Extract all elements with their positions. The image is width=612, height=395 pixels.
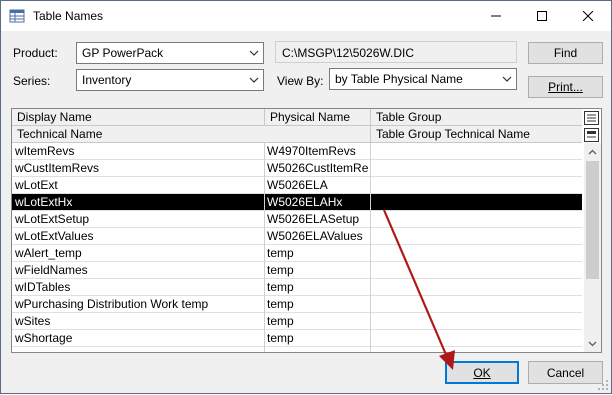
series-dropdown[interactable]: Inventory bbox=[76, 69, 264, 91]
cell-table-group bbox=[370, 211, 582, 227]
cell-physical-name: W5026ELA bbox=[267, 178, 328, 192]
header-physical-name[interactable]: Physical Name bbox=[265, 109, 370, 126]
print-button[interactable]: Print... bbox=[528, 76, 603, 98]
scroll-up-button[interactable] bbox=[584, 143, 601, 160]
cell-display-name: wAlert_temp bbox=[15, 246, 82, 260]
viewby-dropdown[interactable]: by Table Physical Name bbox=[329, 68, 517, 90]
product-dropdown[interactable]: GP PowerPack bbox=[76, 42, 264, 64]
cell-physical-name: W5026CustItemRe bbox=[267, 161, 369, 175]
ok-button[interactable]: OK bbox=[445, 361, 519, 384]
cell-physical-name: temp bbox=[267, 331, 294, 345]
cell-display-name: wSites bbox=[15, 314, 51, 328]
table-row[interactable]: wCustItemRevs W5026CustItemRe bbox=[12, 160, 582, 177]
find-button[interactable]: Find bbox=[528, 42, 603, 64]
grid-header-row-1: Display Name Physical Name Table Group bbox=[12, 109, 582, 126]
cell-table-group bbox=[370, 194, 582, 210]
cell-physical-name: temp bbox=[267, 280, 294, 294]
cell-display-name: wShortage bbox=[15, 331, 73, 345]
cell-physical-name: W5026ELAValues bbox=[267, 229, 363, 243]
cell-physical-name: temp bbox=[267, 246, 294, 260]
cell-physical-name: temp bbox=[267, 297, 294, 311]
cancel-button[interactable]: Cancel bbox=[528, 361, 603, 384]
table-row[interactable]: wItemRevs W4970ItemRevs bbox=[12, 143, 582, 160]
cancel-button-label: Cancel bbox=[546, 365, 585, 380]
cell-display-name: wIDTables bbox=[15, 280, 71, 294]
resize-grip-icon[interactable] bbox=[597, 379, 609, 391]
product-value: GP PowerPack bbox=[82, 46, 164, 60]
find-button-label: Find bbox=[553, 46, 578, 60]
cell-display-name: wFieldNames bbox=[15, 263, 88, 277]
cell-physical-name: W5026ELAHx bbox=[267, 195, 343, 209]
cell-table-group bbox=[370, 160, 582, 176]
cell-table-group bbox=[370, 177, 582, 193]
header-table-group-technical-name[interactable]: Table Group Technical Name bbox=[371, 126, 581, 143]
title-bar: Table Names bbox=[1, 1, 611, 31]
collapse-rows-icon[interactable] bbox=[584, 128, 599, 142]
table-row[interactable]: wAlert_temp temp bbox=[12, 245, 582, 262]
dictionary-path-value: C:\MSGP\12\5026W.DIC bbox=[282, 46, 415, 60]
chevron-down-icon bbox=[502, 76, 512, 82]
chevron-down-icon bbox=[588, 341, 597, 346]
window-title: Table Names bbox=[33, 9, 104, 23]
table-row[interactable]: wPurchasing Distribution Work temp temp bbox=[12, 296, 582, 313]
table-names-dialog: Table Names Product: GP PowerPack C:\MSG… bbox=[0, 0, 612, 394]
grid-header-row-2: Technical Name Table Group Technical Nam… bbox=[12, 126, 582, 143]
cell-physical-name: temp bbox=[267, 314, 294, 328]
viewby-value: by Table Physical Name bbox=[335, 72, 463, 86]
chevron-up-icon bbox=[588, 149, 597, 154]
dictionary-path-field: C:\MSGP\12\5026W.DIC bbox=[275, 41, 517, 63]
table-row[interactable]: wFieldNames temp bbox=[12, 262, 582, 279]
cell-display-name: wLotExt bbox=[15, 178, 58, 192]
cell-table-group bbox=[370, 228, 582, 244]
table-row[interactable]: wSites temp bbox=[12, 313, 582, 330]
table-row[interactable]: wLotExtHx W5026ELAHx bbox=[12, 194, 582, 211]
minimize-button[interactable] bbox=[473, 1, 519, 31]
cell-table-group bbox=[370, 279, 582, 295]
viewby-label: View By: bbox=[277, 74, 324, 88]
table-row[interactable]: wIDTables temp bbox=[12, 279, 582, 296]
product-label: Product: bbox=[13, 46, 58, 60]
table-row[interactable]: wLotExtSetup W5026ELASetup bbox=[12, 211, 582, 228]
header-technical-name[interactable]: Technical Name bbox=[12, 126, 370, 143]
cell-table-group bbox=[370, 313, 582, 329]
cell-table-group bbox=[370, 296, 582, 312]
close-icon bbox=[583, 11, 593, 21]
cell-table-group bbox=[370, 143, 582, 159]
minimize-icon bbox=[491, 15, 501, 17]
series-value: Inventory bbox=[82, 73, 132, 87]
series-label: Series: bbox=[13, 74, 51, 88]
table-names-grid: Display Name Physical Name Table Group T… bbox=[11, 108, 602, 353]
cell-physical-name: temp bbox=[267, 263, 294, 277]
cell-display-name: wItemRevs bbox=[15, 144, 75, 158]
maximize-button[interactable] bbox=[519, 1, 565, 31]
cell-physical-name: W4970ItemRevs bbox=[267, 144, 356, 158]
expand-rows-icon[interactable] bbox=[584, 111, 599, 125]
header-table-group[interactable]: Table Group bbox=[371, 109, 581, 126]
ok-button-label: OK bbox=[473, 365, 491, 380]
vertical-scrollbar[interactable] bbox=[584, 143, 601, 352]
table-row[interactable]: wLotExt W5026ELA bbox=[12, 177, 582, 194]
cell-display-name: wCustItemRevs bbox=[15, 161, 100, 175]
scroll-thumb[interactable] bbox=[586, 161, 599, 279]
table-row[interactable]: wLotExtValues W5026ELAValues bbox=[12, 228, 582, 245]
table-row[interactable]: wShortage temp bbox=[12, 330, 582, 347]
scroll-down-button[interactable] bbox=[584, 335, 601, 352]
cell-table-group bbox=[370, 330, 582, 346]
table-window-icon bbox=[9, 9, 25, 23]
column-divider bbox=[370, 143, 371, 352]
close-button[interactable] bbox=[565, 1, 611, 31]
cell-physical-name: W5026ELASetup bbox=[267, 212, 360, 226]
chevron-down-icon bbox=[249, 77, 259, 83]
header-display-name[interactable]: Display Name bbox=[12, 109, 264, 126]
cell-display-name: wLotExtHx bbox=[15, 195, 73, 209]
column-divider bbox=[264, 143, 265, 352]
print-button-label: Print... bbox=[548, 80, 583, 94]
cell-table-group bbox=[370, 245, 582, 261]
maximize-icon bbox=[537, 11, 547, 21]
cell-display-name: wLotExtValues bbox=[15, 229, 94, 243]
chevron-down-icon bbox=[249, 50, 259, 56]
cell-display-name: wLotExtSetup bbox=[15, 212, 90, 226]
cell-table-group bbox=[370, 262, 582, 278]
cell-display-name: wPurchasing Distribution Work temp bbox=[15, 297, 209, 311]
